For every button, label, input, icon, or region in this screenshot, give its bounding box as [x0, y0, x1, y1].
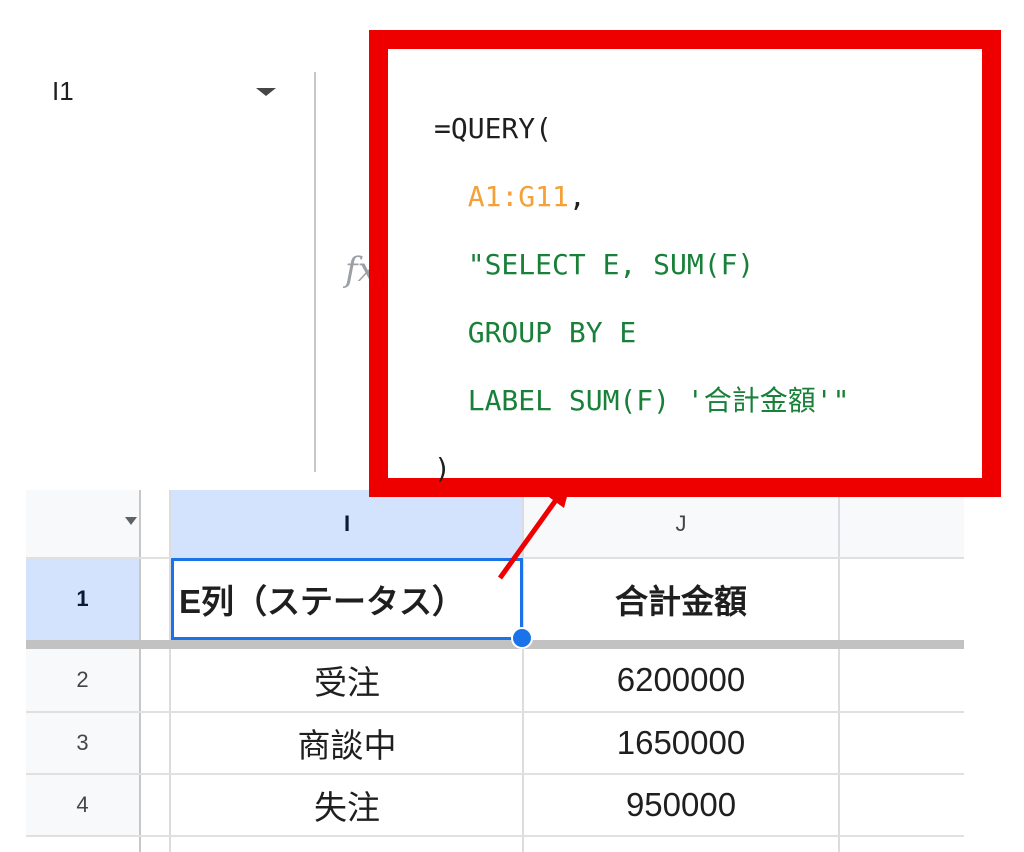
formula-token: "SELECT E, SUM(F): [434, 248, 755, 281]
formula-line: A1:G11,: [434, 163, 849, 231]
row-header-border: [139, 490, 141, 852]
select-all-corner[interactable]: [26, 490, 139, 558]
cell-i3[interactable]: 商談中: [171, 713, 523, 773]
cell-j3[interactable]: 1650000: [523, 713, 839, 773]
row-header-2[interactable]: 2: [26, 649, 139, 711]
row-header-4[interactable]: 4: [26, 775, 139, 835]
formula-line: ): [434, 435, 849, 503]
column-header-k[interactable]: [839, 490, 964, 558]
formula-token: LABEL SUM(F) '合計金額'": [434, 384, 850, 417]
formula-line: =QUERY(: [434, 95, 849, 163]
fill-handle[interactable]: [511, 627, 533, 649]
cell-j1[interactable]: 合計金額: [523, 558, 839, 640]
row-header-3[interactable]: 3: [26, 713, 139, 773]
spreadsheet-grid: I J 1 E列（ステータス） 合計金額 2 受注 6200000 3 商談中 …: [26, 490, 964, 852]
row-header-gutter: [139, 490, 169, 852]
name-box[interactable]: I1: [52, 76, 74, 107]
formula-highlight-box: =QUERY( A1:G11, "SELECT E, SUM(F) GROUP …: [369, 30, 1001, 497]
formula-token: GROUP BY E: [434, 316, 637, 349]
gridline: [26, 773, 964, 775]
formula-token: ): [434, 452, 451, 485]
row-header-1[interactable]: 1: [26, 558, 139, 640]
formula-token: A1:G11: [467, 180, 569, 213]
corner-dropdown-icon[interactable]: [125, 517, 137, 525]
formula-line: "SELECT E, SUM(F): [434, 231, 849, 299]
frozen-row-divider[interactable]: [26, 640, 964, 649]
formula-token: =QUERY(: [434, 112, 553, 145]
formula-text[interactable]: =QUERY( A1:G11, "SELECT E, SUM(F) GROUP …: [434, 95, 849, 503]
formula-line: GROUP BY E: [434, 299, 849, 367]
formula-token: ,: [568, 180, 586, 213]
cell-i2[interactable]: 受注: [171, 649, 523, 711]
gridline: [522, 490, 524, 852]
gridline: [26, 835, 964, 837]
formula-line: LABEL SUM(F) '合計金額'": [434, 367, 850, 435]
active-cell-selection: [171, 558, 523, 640]
gridline: [169, 490, 171, 852]
gridline: [26, 711, 964, 713]
cell-i4[interactable]: 失注: [171, 775, 523, 835]
formula-token: [434, 180, 468, 213]
name-box-dropdown-icon[interactable]: [256, 88, 276, 96]
formula-bar-divider: [314, 72, 316, 472]
cell-j2[interactable]: 6200000: [523, 649, 839, 711]
gridline: [838, 490, 840, 852]
cell-j4[interactable]: 950000: [523, 775, 839, 835]
